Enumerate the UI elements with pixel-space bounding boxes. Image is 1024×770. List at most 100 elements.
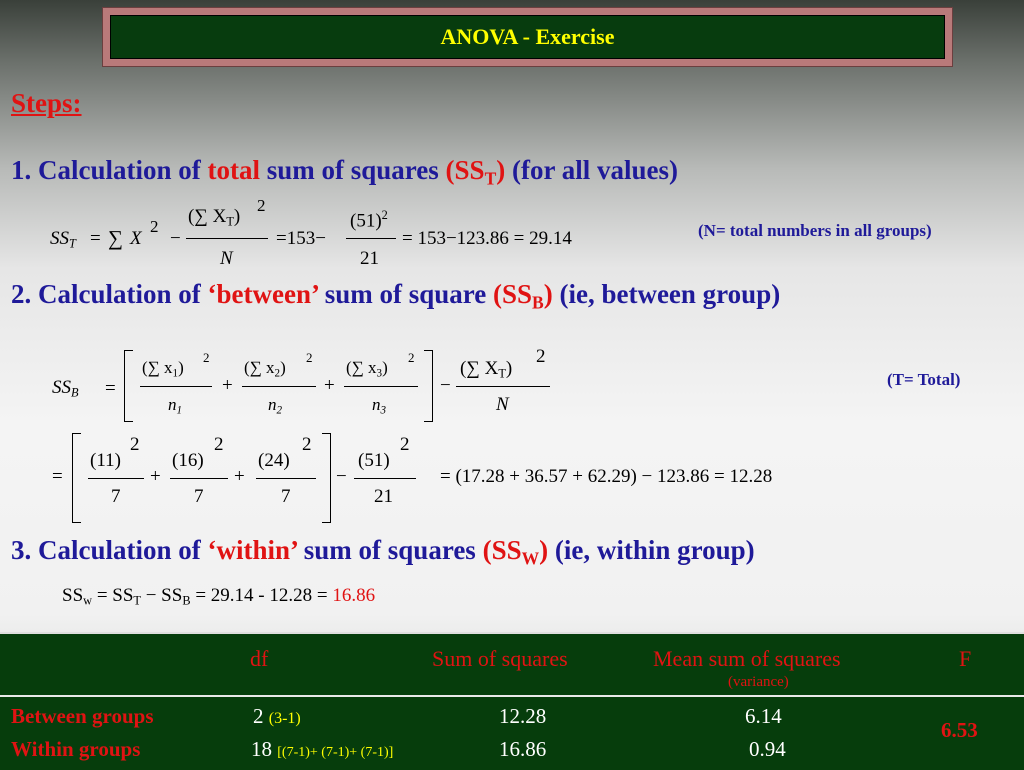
f3-plus1: + [150,466,161,487]
f3-d3: 7 [281,486,291,507]
step1-note: (N= total numbers in all groups) [698,221,932,240]
f1-sum: ∑ [108,226,123,250]
f2-t2-line [242,386,316,387]
header-ss: Sum of squares [432,646,568,671]
f1-minus: − [170,228,181,249]
f2-t2-sq: 2 [306,350,313,365]
f1-num-sq: 2 [257,196,266,215]
step2-ss-close: ) [543,279,553,309]
f2-t1-line [140,386,212,387]
step1-ss-sub: T [484,168,497,189]
f2-left-bracket [124,350,133,422]
f1-den2: 21 [360,248,379,269]
f3-line4 [354,478,416,479]
step2-highlight: ‘between’ [207,279,318,309]
f2-lhs: SSB [52,377,79,400]
step1-ss: (SS [445,155,485,185]
f3-eq: = [52,466,63,487]
f1-eq: = [90,228,101,249]
f1-num: (∑ XT) [188,206,241,229]
f3-n4-sq: 2 [400,434,410,455]
step3-result: 16.86 [332,585,376,606]
step3-ss-close: ) [539,535,549,565]
step1-ss-close: ) [496,155,506,185]
step3-middle: sum of squares [297,535,483,565]
slide-title: ANOVA - Exercise [440,24,615,49]
row-ss: 16.86 [499,737,547,761]
step3-suffix: (ie, within group) [548,535,755,565]
row-ms: 6.14 [745,704,782,728]
f2-plus1: + [222,375,233,396]
step2-suffix: (ie, between group) [552,279,781,309]
f3-d4: 21 [374,486,393,507]
f1-sq: 2 [150,217,159,236]
f2-t3-line [344,386,418,387]
f2-t2-num: (∑ x2) [244,358,286,380]
f3-n4: (51) [358,450,390,471]
f2-t2-den: n2 [268,395,283,417]
f1-num2: (51)2 [350,208,388,232]
f1-frac-line2 [346,238,396,239]
row-ms: 0.94 [749,737,786,761]
title-bar: ANOVA - Exercise [110,15,945,59]
f3-line3 [256,478,316,479]
f1-eq2: =153− [276,228,326,249]
table-separator [0,695,1024,697]
step2-ss-sub: B [532,292,544,313]
f1-tail: = 153−123.86 = 29.14 [402,228,572,249]
step2-middle: sum of square [317,279,493,309]
f2-tt-num: (∑ XT) [460,358,513,381]
row-label: Within groups [11,737,141,761]
row-df: 2 (3-1) [253,704,301,728]
f1-frac-line [186,238,268,239]
header-df: df [250,646,269,671]
f-value: 6.53 [941,718,978,742]
f3-tail: = (17.28 + 36.57 + 62.29) − 123.86 = 12.… [440,466,773,487]
step1-heading: 1. Calculation of total sum of squares (… [11,155,678,189]
f3-left-bracket [72,433,81,523]
f3-line1 [88,478,144,479]
step1-prefix: 1. Calculation of [11,155,208,185]
f2-t1-num: (∑ x1) [142,358,184,380]
f3-right-bracket [322,433,331,523]
step3-formula: SSw = SST − SSB = 29.14 - 12.28 = 16.86 [62,585,376,608]
f2-eq: = [105,378,116,399]
f3-n1-sq: 2 [130,434,140,455]
f3-minus: − [336,466,347,487]
f2-t1-den: n1 [168,395,183,417]
step1-highlight: total [207,155,260,185]
f3-plus2: + [234,466,245,487]
f3-n2: (16) [172,450,204,471]
f2-t3-den: n3 [372,395,387,417]
step3-heading: 3. Calculation of ‘within’ sum of square… [11,535,755,569]
row-df: 18 [(7-1)+ (7-1)+ (7-1)] [251,737,394,761]
row-ss: 12.28 [499,704,547,728]
f2-right-bracket [424,350,433,422]
anova-table: df Sum of squares Mean sum of squares (v… [0,632,1024,770]
row-label: Between groups [11,704,154,728]
header-ms-sub: (variance) [728,674,789,690]
step3-ss-sub: W [521,548,540,569]
f3-n3-sq: 2 [302,434,312,455]
header-f: F [959,646,972,671]
f2-plus2: + [324,375,335,396]
steps-label: Steps: [11,88,82,118]
f2-tt-line [456,386,550,387]
f3-d1: 7 [111,486,121,507]
step2-prefix: 2. Calculation of [11,279,208,309]
f2-t3-num: (∑ x3) [346,358,388,380]
step3-highlight: ‘within’ [207,535,298,565]
header-ms: Mean sum of squares [653,646,841,671]
step2-heading: 2. Calculation of ‘between’ sum of squar… [11,279,780,313]
step1-middle: sum of squares [260,155,446,185]
f2-tt-den: N [496,394,509,415]
f3-d2: 7 [194,486,204,507]
f2-tt-sq: 2 [536,346,546,367]
step3-prefix: 3. Calculation of [11,535,208,565]
f1-den: N [220,248,233,269]
f3-line2 [170,478,228,479]
f1-x: X [130,228,142,249]
f2-t1-sq: 2 [203,350,210,365]
step2-ss: (SS [493,279,533,309]
f2-minus: − [440,375,451,396]
